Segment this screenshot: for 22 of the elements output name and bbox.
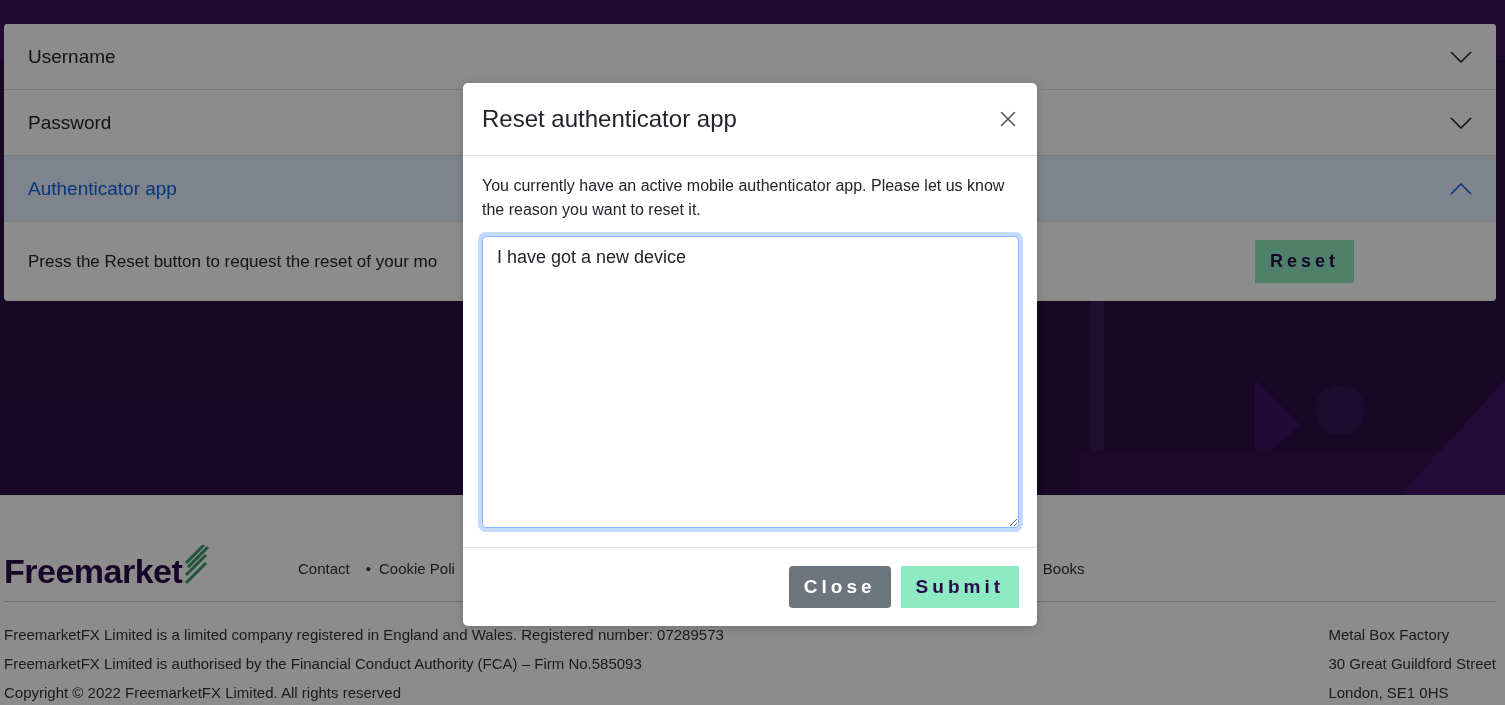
reason-field[interactable]: I have got a new device	[482, 236, 1019, 528]
body-text: Press the Reset button to request the reset of your mo	[28, 251, 438, 272]
modal-text: You currently have an active mobile authenticator app. Please let us know the reason you want to reset it.	[482, 176, 1006, 220]
chevron-up-icon	[1450, 182, 1472, 195]
chevron-down-icon	[1450, 116, 1472, 129]
footer-link[interactable]: Books	[1042, 559, 1085, 577]
footer-link[interactable]: Cookie Poli	[378, 559, 455, 577]
address-line: Metal Box Factory	[1328, 626, 1450, 644]
submit-button[interactable]: Submit	[900, 566, 1019, 608]
chevron-down-icon	[1450, 50, 1472, 63]
logo-text: Freemarket	[4, 552, 183, 591]
close-button[interactable]: Close	[788, 566, 891, 608]
bullet: •	[365, 559, 371, 577]
legal-text: FreemarketFX Limited is a limited company registered in England and Wales. Registered number: 07289573	[4, 626, 724, 644]
modal-title: Reset authenticator app	[482, 105, 737, 133]
footer-link[interactable]: Contact	[298, 559, 350, 577]
stripes-icon	[182, 545, 211, 585]
legal-text: Copyright © 2022 FreemarketFX Limited. All rights reserved	[4, 684, 402, 702]
address-line: 30 Great Guildford Street	[1328, 655, 1496, 673]
reset-button[interactable]: Reset	[1255, 240, 1354, 283]
address-line: London, SE1 0HS	[1328, 684, 1449, 702]
legal-text: FreemarketFX Limited is authorised by the Financial Conduct Authority (FCA) – Firm No.585093	[4, 655, 642, 673]
